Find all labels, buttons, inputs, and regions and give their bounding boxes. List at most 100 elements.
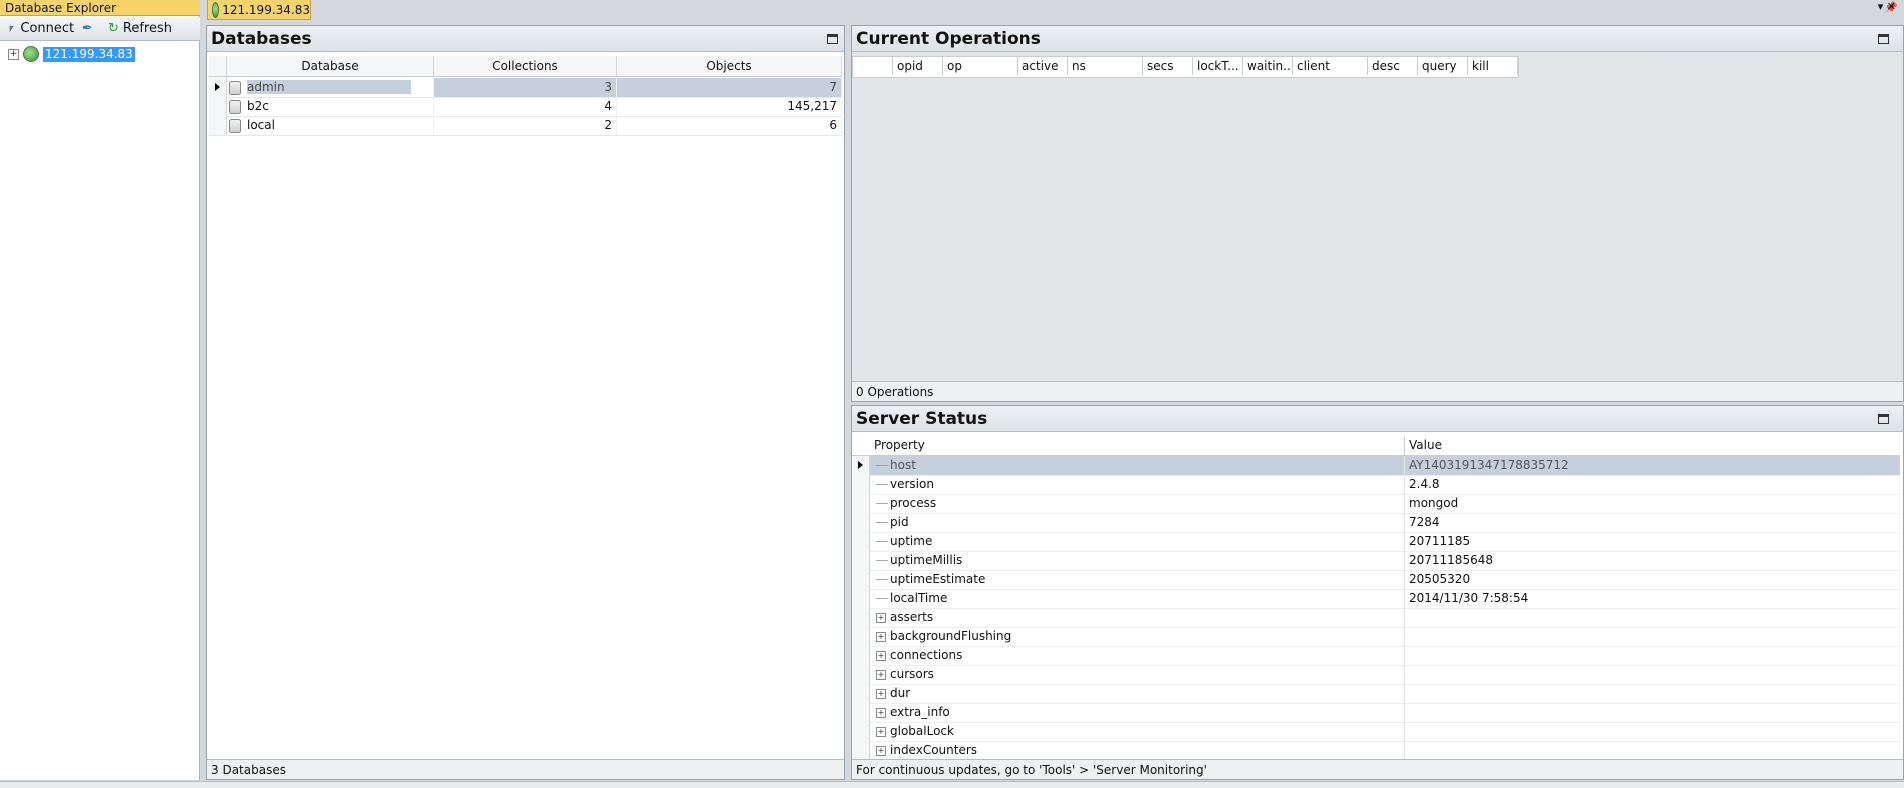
table-row[interactable]: + connections xyxy=(852,646,1900,666)
column-ns[interactable]: ns xyxy=(1068,57,1143,75)
objects-cell: 6 xyxy=(617,116,842,135)
row-header-column xyxy=(852,436,870,455)
disconnect-button[interactable]: ✒ xyxy=(82,20,93,38)
row-selector xyxy=(852,551,870,570)
column-secs[interactable]: secs xyxy=(1143,57,1193,75)
tree-line-icon: ── xyxy=(876,461,889,472)
row-selector xyxy=(209,78,227,97)
column-property[interactable]: Property xyxy=(870,436,1405,455)
property-cell: + extra_info xyxy=(870,703,1405,722)
table-row[interactable]: ── uptimeEstimate 20505320 xyxy=(852,570,1900,590)
objects-cell: 145,217 xyxy=(617,97,842,116)
connect-button[interactable]: ⎖ Connect xyxy=(6,20,74,38)
expand-icon[interactable]: + xyxy=(8,48,19,60)
databases-panel: Databases Database Collections Objects a… xyxy=(206,25,845,780)
table-row[interactable]: ── process mongod xyxy=(852,494,1900,514)
database-cell: admin xyxy=(227,78,434,97)
column-opid[interactable]: opid xyxy=(893,57,943,75)
table-row[interactable]: ── uptime 20711185 xyxy=(852,532,1900,552)
server-status-title: Server Status xyxy=(856,409,988,429)
expand-icon[interactable]: + xyxy=(876,707,886,718)
maximize-icon[interactable] xyxy=(1878,34,1889,44)
server-globe-icon xyxy=(23,46,39,62)
table-row[interactable]: ── version 2.4.8 xyxy=(852,475,1900,495)
row-selector xyxy=(209,116,227,135)
column-objects[interactable]: Objects xyxy=(617,56,842,76)
table-row[interactable]: + asserts xyxy=(852,608,1900,628)
table-row[interactable]: ── host AY1403191347178835712 xyxy=(852,456,1900,476)
row-selector xyxy=(852,627,870,646)
database-icon xyxy=(229,80,241,95)
column-client[interactable]: client xyxy=(1293,57,1368,75)
value-cell xyxy=(1405,608,1900,627)
property-name: dur xyxy=(890,686,911,700)
row-selector xyxy=(852,475,870,494)
operations-footer: 0 Operations xyxy=(852,381,1903,401)
value-cell xyxy=(1405,627,1900,646)
column-lock-type[interactable]: lockT... xyxy=(1193,57,1243,75)
value-cell: 20711185 xyxy=(1409,534,1471,548)
property-name: connections xyxy=(890,648,963,662)
column-value[interactable]: Value xyxy=(1405,436,1900,455)
database-cell: local xyxy=(227,116,434,135)
document-tab[interactable]: 121.199.34.83 xyxy=(207,0,311,20)
current-row-arrow-icon xyxy=(215,83,220,91)
property-name: asserts xyxy=(890,610,934,624)
value-cell xyxy=(1405,665,1900,684)
table-row[interactable]: + dur xyxy=(852,684,1900,704)
column-op[interactable]: op xyxy=(943,57,1018,75)
table-row[interactable]: ── localTime 2014/11/30 7:58:54 xyxy=(852,589,1900,609)
property-cell: + globalLock xyxy=(870,722,1405,741)
value-cell xyxy=(1405,722,1900,741)
property-cell: ── localTime xyxy=(870,589,1405,608)
tree-node-server[interactable]: + 121.199.34.83 xyxy=(8,46,135,62)
table-row[interactable]: + extra_info xyxy=(852,703,1900,723)
property-name: backgroundFlushing xyxy=(890,629,1012,643)
property-cell: + connections xyxy=(870,646,1405,665)
column-desc[interactable]: desc xyxy=(1368,57,1418,75)
table-row[interactable]: b2c 4 145,217 xyxy=(209,97,842,117)
expand-icon[interactable]: + xyxy=(876,612,886,623)
table-row[interactable]: + backgroundFlushing xyxy=(852,627,1900,647)
property-cell: + cursors xyxy=(870,665,1405,684)
column-active[interactable]: active xyxy=(1018,57,1068,75)
property-cell: ── process xyxy=(870,494,1405,513)
tab-menu-icon[interactable]: ▾ ✕ xyxy=(1878,0,1896,14)
expand-icon[interactable]: + xyxy=(876,631,886,642)
maximize-icon[interactable] xyxy=(1878,414,1889,424)
row-selector xyxy=(852,646,870,665)
table-row[interactable]: admin 3 7 xyxy=(209,78,842,98)
tree-line-icon: ── xyxy=(876,499,889,510)
table-row[interactable]: + globalLock xyxy=(852,722,1900,742)
row-selector xyxy=(852,494,870,513)
databases-header: Databases xyxy=(207,26,844,52)
value-cell xyxy=(1405,684,1900,703)
property-cell: + indexCounters xyxy=(870,741,1405,760)
database-icon xyxy=(229,99,241,114)
expand-icon[interactable]: + xyxy=(876,726,886,737)
expand-icon[interactable]: + xyxy=(876,745,886,756)
value-cell: 20505320 xyxy=(1409,572,1471,586)
column-kill[interactable]: kill xyxy=(1468,57,1518,75)
value-cell: 7284 xyxy=(1409,515,1440,529)
table-row[interactable]: local 2 6 xyxy=(209,116,842,136)
property-cell: ── host xyxy=(870,456,1405,475)
refresh-button[interactable]: ↻ Refresh xyxy=(108,20,172,38)
table-row[interactable]: + cursors xyxy=(852,665,1900,685)
expand-icon[interactable]: + xyxy=(876,669,886,680)
maximize-icon[interactable] xyxy=(827,34,838,44)
table-row[interactable]: ── pid 7284 xyxy=(852,513,1900,533)
property-name: uptimeEstimate xyxy=(890,572,986,586)
expand-icon[interactable]: + xyxy=(876,688,886,699)
column-database[interactable]: Database xyxy=(227,56,434,76)
disconnect-icon: ✒ xyxy=(82,21,93,36)
column-waiting[interactable]: waitin... xyxy=(1243,57,1293,75)
table-row[interactable]: + indexCounters xyxy=(852,741,1900,761)
server-node-label[interactable]: 121.199.34.83 xyxy=(43,46,135,62)
column-collections[interactable]: Collections xyxy=(434,56,617,76)
expand-icon[interactable]: + xyxy=(876,650,886,661)
table-row[interactable]: ── uptimeMillis 20711185648 xyxy=(852,551,1900,571)
row-header-column xyxy=(209,56,227,76)
column-query[interactable]: query xyxy=(1418,57,1468,75)
server-status-grid-header: Property Value xyxy=(852,436,1900,456)
